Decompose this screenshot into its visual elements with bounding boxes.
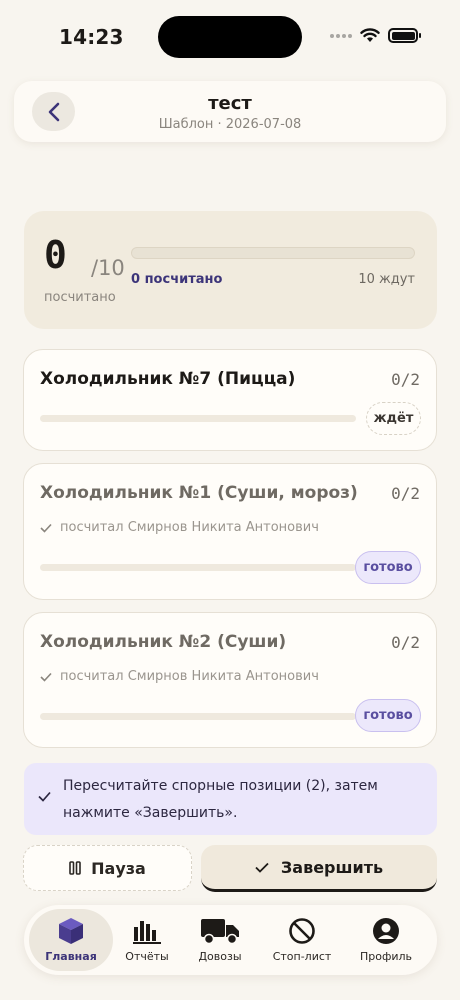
cube-icon (59, 918, 83, 944)
counted-by-row: посчитал Смирнов Никита Антонович (40, 669, 319, 684)
counted-number: 0 (44, 233, 67, 277)
check-icon (40, 672, 52, 682)
pause-label: Пауза (91, 858, 146, 878)
status-bar: 14:23 (0, 0, 460, 70)
fridge-title: Холодильник №1 (Суши, мороз) (40, 483, 358, 503)
page-subtitle: Шаблон · 2026-07-08 (158, 117, 302, 132)
tab-label: Довозы (198, 950, 242, 963)
fridge-count: 0/2 (391, 633, 420, 652)
truck-icon (201, 919, 239, 945)
battery-icon (388, 28, 421, 43)
check-icon (255, 862, 269, 873)
status-icons (330, 28, 421, 43)
status-time: 14:23 (59, 25, 124, 49)
signal-icon (330, 33, 352, 38)
bar-chart-icon (133, 921, 161, 944)
total-number: /10 (91, 256, 125, 280)
pause-icon (69, 861, 81, 875)
tab-label: Отчёты (125, 950, 169, 963)
finish-label: Завершить (280, 857, 384, 877)
tab-bar: Главная Отчёты Довозы Стоп-лист Профиль (24, 905, 437, 975)
counted-by-text: посчитал Смирнов Никита Антонович (60, 520, 319, 535)
tab-stop-list[interactable]: Стоп-лист (266, 909, 338, 971)
header-card: тест Шаблон · 2026-07-08 (14, 81, 446, 142)
summary-waiting-text: 10 ждут (358, 272, 415, 287)
summary-card: 0 /10 посчитано 0 посчитано 10 ждут (24, 211, 437, 329)
dynamic-island (158, 16, 302, 58)
counted-label: посчитано (44, 290, 116, 305)
screen: 14:23 тест Шаблон · 2026-07-08 0 /10 пос… (0, 0, 460, 1000)
status-badge: готово (355, 699, 421, 732)
fridge-count: 0/2 (391, 484, 420, 503)
tab-profile[interactable]: Профиль (354, 909, 418, 971)
fridge-progress-bar (40, 713, 356, 720)
fridge-count: 0/2 (391, 370, 420, 389)
tab-home[interactable]: Главная (29, 909, 113, 971)
status-badge: ждёт (366, 402, 421, 435)
summary-counted-text: 0 посчитано (131, 272, 223, 287)
check-icon (40, 523, 52, 533)
page-title: тест (208, 93, 252, 114)
counted-by-text: посчитал Смирнов Никита Антонович (60, 669, 319, 684)
tab-label: Главная (45, 950, 97, 963)
prohibited-icon (289, 918, 315, 944)
fridge-title: Холодильник №7 (Пицца) (40, 369, 296, 389)
fridge-progress-bar (40, 564, 356, 571)
pause-button[interactable]: Пауза (23, 845, 192, 891)
tab-label: Профиль (359, 950, 413, 963)
fridge-progress-bar (40, 415, 356, 422)
tab-deliveries[interactable]: Довозы (189, 909, 251, 971)
finish-button[interactable]: Завершить (201, 845, 437, 892)
fridge-title: Холодильник №2 (Суши) (40, 632, 287, 652)
fridge-card[interactable]: Холодильник №1 (Суши, мороз) 0/2 посчита… (23, 463, 437, 600)
status-badge: готово (355, 551, 421, 584)
check-icon (38, 791, 51, 802)
user-icon (373, 918, 399, 944)
info-banner: Пересчитайте спорные позиции (2), затем … (24, 763, 437, 835)
counted-by-row: посчитал Смирнов Никита Антонович (40, 520, 319, 535)
info-text: Пересчитайте спорные позиции (2), затем … (63, 778, 378, 821)
tab-reports[interactable]: Отчёты (117, 909, 177, 971)
wifi-icon (360, 28, 380, 42)
summary-progress-bar (131, 247, 415, 259)
fridge-card[interactable]: Холодильник №7 (Пицца) 0/2 ждёт (23, 349, 437, 451)
tab-label: Стоп-лист (272, 950, 332, 963)
fridge-card[interactable]: Холодильник №2 (Суши) 0/2 посчитал Смирн… (23, 612, 437, 748)
